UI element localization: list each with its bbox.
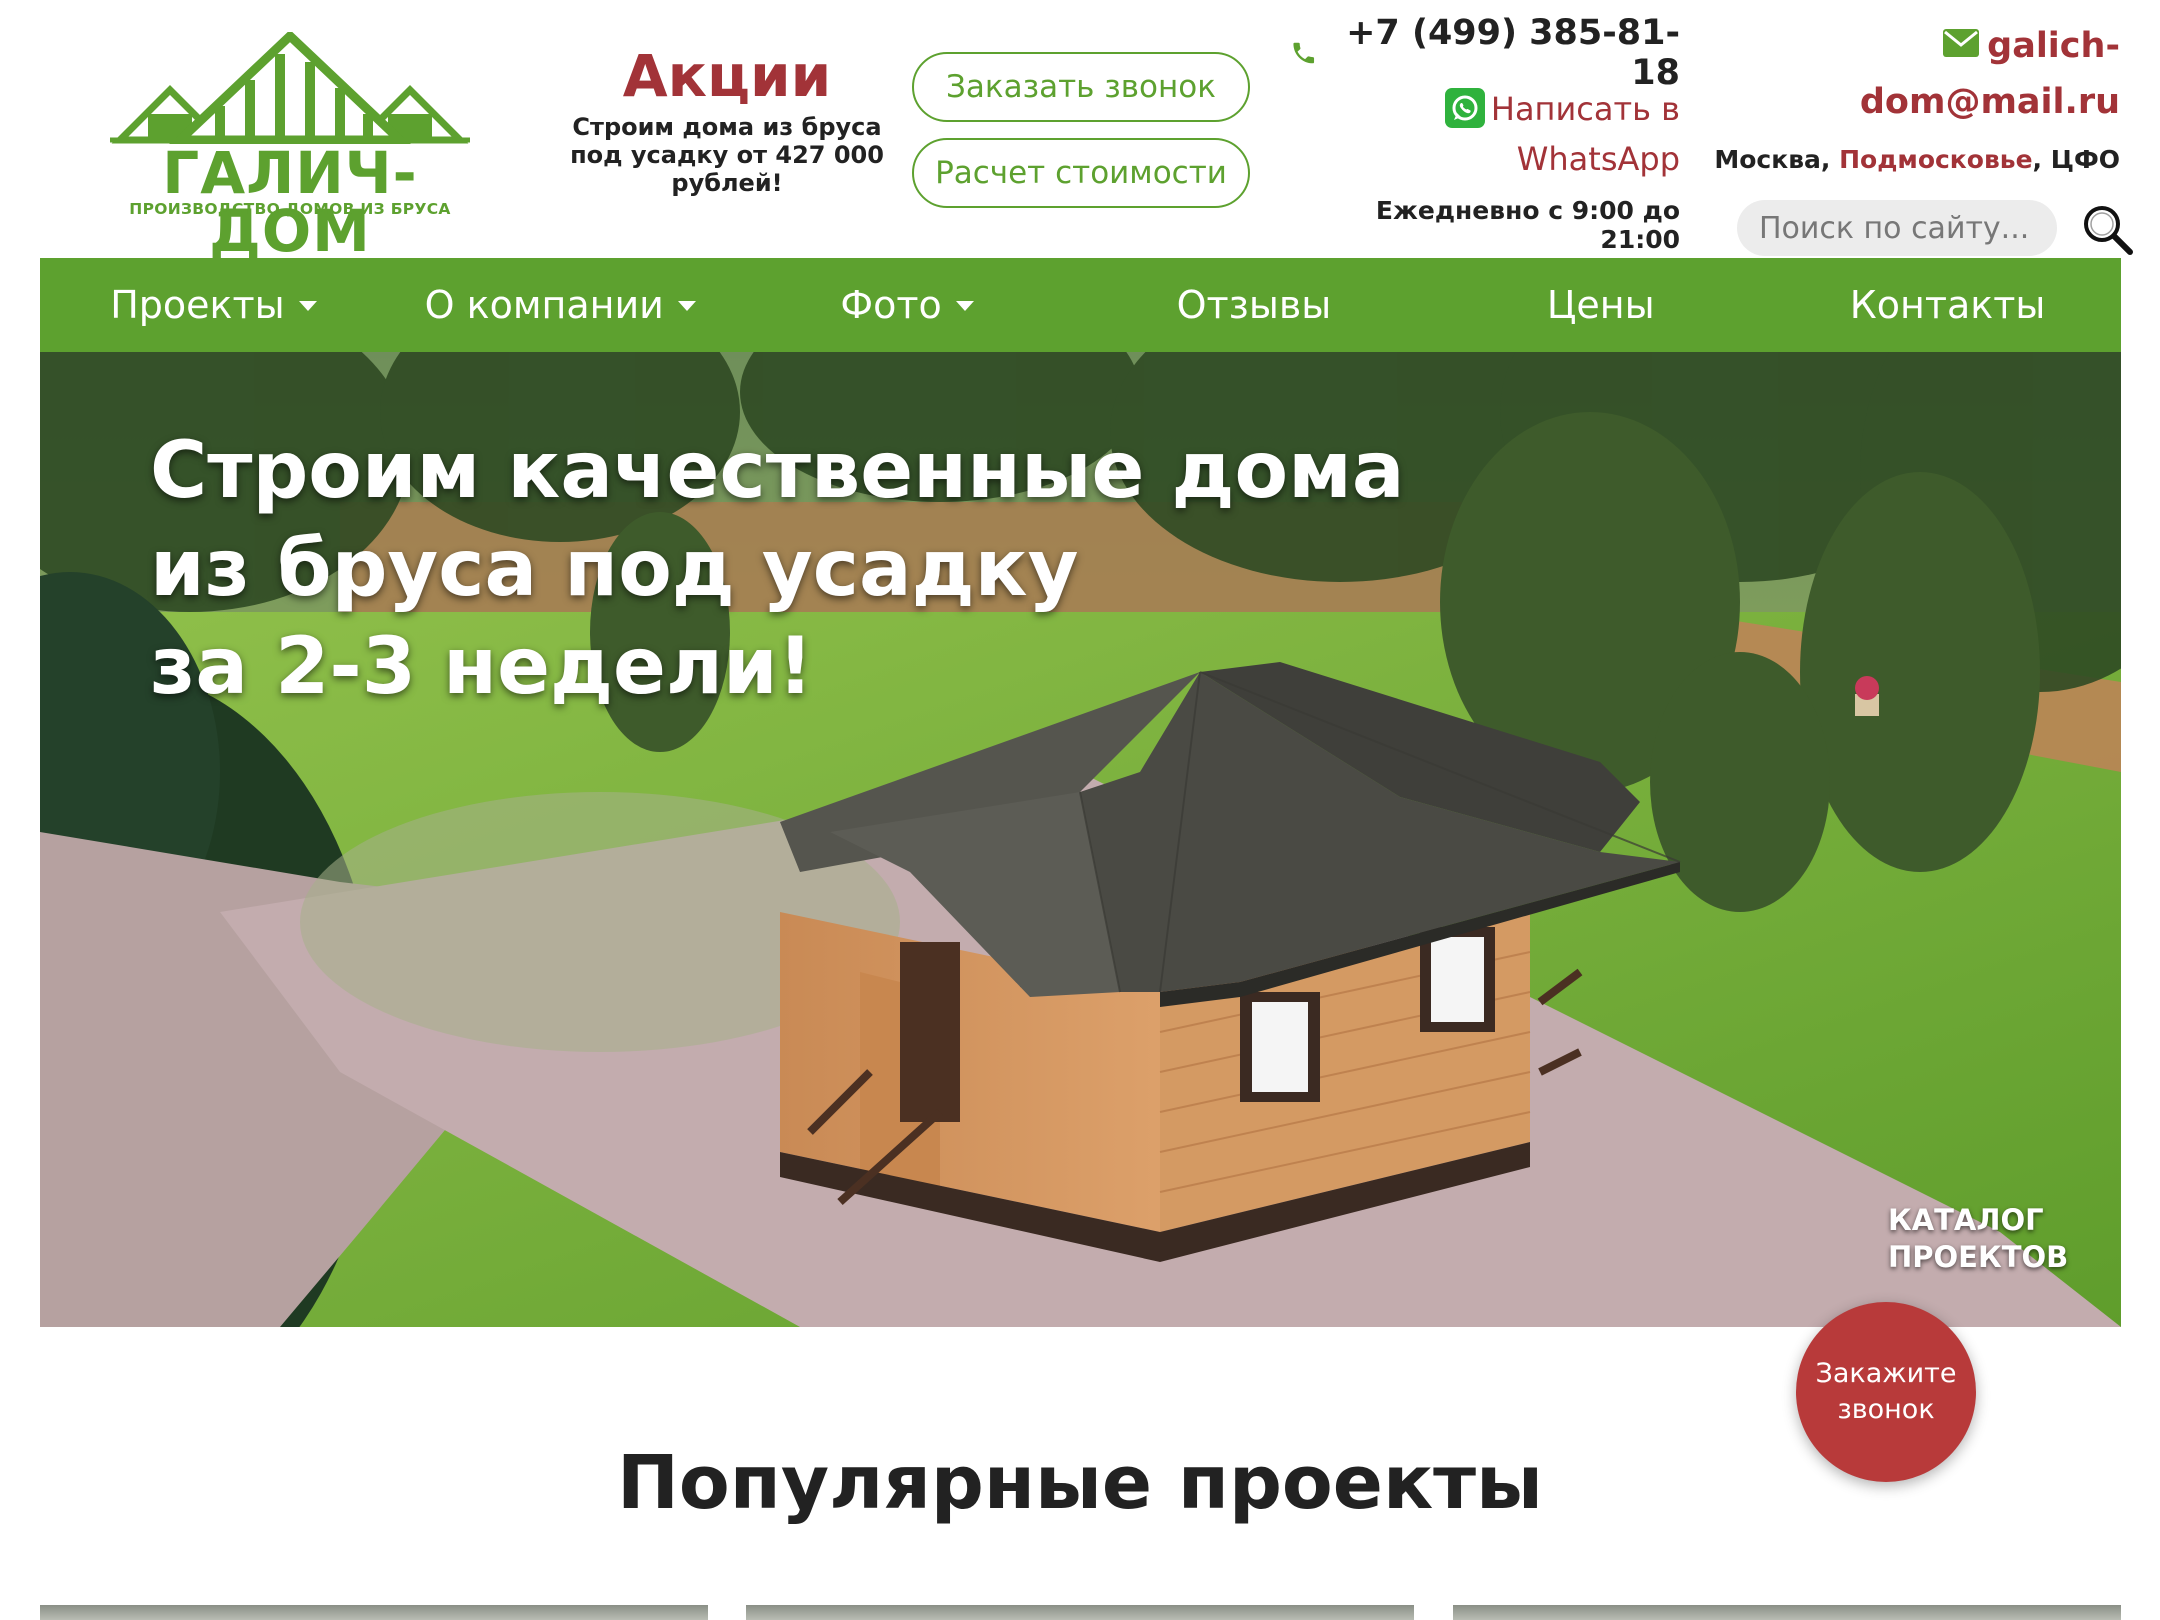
nav-label: Фото	[840, 283, 942, 327]
promo-block[interactable]: Акции Строим дома из бруса под усадку от…	[552, 46, 902, 197]
order-call-button[interactable]: Заказать звонок	[912, 52, 1250, 122]
caret-down-icon	[677, 301, 696, 311]
promo-title[interactable]: Акции	[552, 46, 902, 107]
nav-label: Отзывы	[1176, 283, 1332, 327]
catalog-line-1: КАТАЛОГ	[1888, 1203, 2044, 1237]
email-line-1[interactable]: galich-	[1987, 26, 2120, 66]
popular-projects-title: Популярные проекты	[617, 1440, 1543, 1526]
nav-label: О компании	[424, 283, 664, 327]
project-cards	[40, 1605, 2121, 1620]
catalog-line-2: ПРОЕКТОВ	[1888, 1240, 2069, 1274]
region-highlight-link[interactable]: Подмосковье	[1839, 145, 2032, 174]
whatsapp-icon	[1444, 88, 1485, 128]
hero-headline: Строим качественные дома из бруса под ус…	[150, 422, 1550, 716]
nav-item-projects[interactable]: Проекты	[40, 258, 387, 352]
contact-block: +7 (499) 385-81-18 Написать в WhatsApp	[1290, 13, 1680, 184]
phone-icon	[1293, 42, 1315, 64]
working-hours: Ежедневно с 9:00 до 21:00	[1375, 196, 1680, 254]
hero-line-3: за 2-3 недели!	[150, 622, 814, 712]
nav-label: Контакты	[1849, 283, 2046, 327]
region-district: , ЦФО	[2032, 145, 2120, 174]
caret-down-icon	[298, 301, 317, 311]
nav-label: Проекты	[110, 283, 285, 327]
calculate-price-button[interactable]: Расчет стоимости	[912, 138, 1250, 208]
email-line-2[interactable]: dom@mail.ru	[1700, 74, 2120, 130]
main-navigation: Проекты О компании Фото Отзывы Цены Конт…	[40, 258, 2121, 352]
whatsapp-label[interactable]: Написать в WhatsApp	[1491, 90, 1680, 178]
envelope-icon	[1943, 29, 1980, 57]
caret-down-icon	[955, 301, 974, 311]
email-link[interactable]: galich- dom@mail.ru	[1700, 18, 2120, 130]
whatsapp-link[interactable]: Написать в WhatsApp	[1290, 84, 1680, 184]
project-card[interactable]	[1453, 1605, 2121, 1620]
region-city: Москва,	[1714, 145, 1840, 174]
nav-item-photo[interactable]: Фото	[734, 258, 1081, 352]
service-region: Москва, Подмосковье, ЦФО	[1700, 145, 2120, 174]
project-card[interactable]	[746, 1605, 1414, 1620]
nav-item-prices[interactable]: Цены	[1427, 258, 1774, 352]
site-logo[interactable]: ГАЛИЧ-ДОМ ПРОИЗВОДСТВО ДОМОВ ИЗ БРУСА	[110, 29, 470, 260]
promo-text: Строим дома из бруса под усадку от 427 0…	[570, 112, 884, 197]
hero-line-1: Строим качественные дома	[150, 426, 1405, 516]
logo-tagline: ПРОИЗВОДСТВО ДОМОВ ИЗ БРУСА	[129, 200, 451, 218]
nav-item-about[interactable]: О компании	[387, 258, 734, 352]
site-header: ГАЛИЧ-ДОМ ПРОИЗВОДСТВО ДОМОВ ИЗ БРУСА Ак…	[0, 0, 2160, 260]
search-input[interactable]	[1737, 200, 2057, 256]
hero-banner[interactable]: Строим качественные дома из бруса под ус…	[40, 352, 2121, 1327]
catalog-link[interactable]: КАТАЛОГ ПРОЕКТОВ	[1888, 1202, 2068, 1276]
hero-line-2: из бруса под усадку	[150, 524, 1079, 614]
nav-item-contacts[interactable]: Контакты	[1774, 258, 2121, 352]
logo-roofs-icon	[110, 29, 470, 145]
phone-link[interactable]: +7 (499) 385-81-18	[1290, 13, 1680, 93]
nav-label: Цены	[1546, 283, 1655, 327]
nav-item-reviews[interactable]: Отзывы	[1080, 258, 1427, 352]
phone-number[interactable]: +7 (499) 385-81-18	[1329, 13, 1680, 93]
magnifier-icon[interactable]	[2080, 202, 2134, 256]
project-card[interactable]	[40, 1605, 708, 1620]
